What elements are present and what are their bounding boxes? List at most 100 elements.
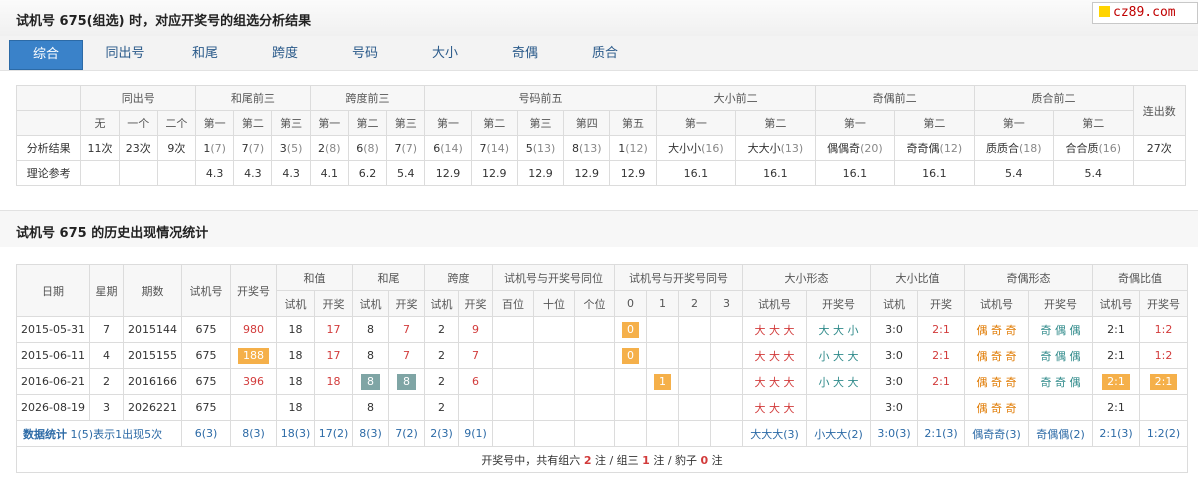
summary-row: 开奖号中，共有组六 2 注 / 组三 1 注 / 豹子 0 注 [15,446,1189,473]
sum-trial-cell: 18 [276,316,315,343]
result-cell: 1(7) [195,135,235,161]
sub-header: 开奖 [388,290,425,317]
tail-trial-cell: 8 [352,368,389,395]
result-value: 7 [241,141,249,155]
summary-text: 注 / 组三 [591,453,643,467]
row-label: 分析结果 [15,135,82,161]
header-same-num: 试机号与开奖号同号 [614,264,744,291]
group-header: 号码前五 [424,85,657,111]
header-trial: 试机号 [181,264,231,317]
theory-cell: 4.3 [271,160,311,186]
stats-cell [710,420,744,447]
parity-draw-cell: 奇 奇 偶 [1028,368,1094,395]
result-cell: 3(5) [271,135,311,161]
sub-header: 第五 [609,110,657,136]
tab-prime[interactable]: 质合 [569,40,641,68]
theory-cell: 4.3 [195,160,235,186]
stats-cell: 奇偶偶(2) [1028,420,1094,447]
same-pos-cell [492,394,534,421]
draw-cell [230,394,277,421]
sub-header: 第二 [233,110,273,136]
result-count: (20) [860,142,883,155]
sub-header: 第三 [386,110,426,136]
result-cell: 合合质(16) [1053,135,1134,161]
summary-text: 开奖号中，共有组六 [481,453,584,467]
stats-cell: 2:1(3) [1092,420,1141,447]
date-cell: 2016-06-21 [16,368,90,395]
table-row: 2015-06-11 4 2015155 675 188 18 17 8 7 2 7 0 大 大 大小 … [16,342,1189,369]
sub-header: 个位 [573,290,616,317]
result-value: 偶偶奇 [827,142,861,155]
span-trial-cell: 2 [424,316,459,343]
sub-header: 第二 [735,110,816,136]
tab-span[interactable]: 跨度 [249,40,321,68]
tab-parity[interactable]: 奇偶 [489,40,561,68]
group-header: 大小前二 [655,85,816,111]
tail-draw-cell-value: 8 [397,373,416,390]
same-num-value: 0 [622,347,640,364]
parity-ratio-trial-cell: 2:1 [1092,394,1141,421]
tab-number[interactable]: 号码 [329,40,401,68]
size-draw-cell: 小 大 大 [806,368,872,395]
result-cell: 奇奇偶(12) [894,135,975,161]
span-draw-cell: 6 [458,368,493,395]
header-issue: 期数 [123,264,182,317]
draw-cell: 980 [230,316,277,343]
stats-cell: 大大大(3) [742,420,808,447]
header-size-form: 大小形态 [742,264,872,291]
sub-header: 第一 [309,110,349,136]
tab-sum-tail[interactable]: 和尾 [169,40,241,68]
theory-cell [80,160,120,186]
parity-ratio-trial-cell: 2:1 [1092,342,1141,369]
result-cell: 2(8) [309,135,349,161]
sub-header: 开奖 [458,290,493,317]
theory-cell: 12.9 [470,160,518,186]
result-count: (7) [210,141,226,155]
tab-size[interactable]: 大小 [409,40,481,68]
result-value: 27次 [1146,142,1172,155]
stats-cell: 8(3) [352,420,389,447]
theory-cell [118,160,158,186]
parity-ratio-draw-cell: 1:2 [1139,316,1189,343]
group-header: 和尾前三 [195,85,311,111]
result-value: 合合质 [1065,142,1099,155]
header-date: 日期 [16,264,90,317]
group-header: 连出数 [1132,85,1186,136]
weekday-cell: 3 [89,394,124,421]
group-header: 奇偶前二 [814,85,975,111]
size-ratio-trial-cell: 3:0 [870,368,919,395]
same-num-cell [710,394,744,421]
sub-header: 第一 [973,110,1055,136]
sub-header: 第一 [655,110,737,136]
stats-cell: 6(3) [181,420,231,447]
result-value: 3 [279,141,287,155]
result-value: 质质合 [986,142,1019,155]
same-num-cell [646,342,680,369]
date-cell: 2026-08-19 [16,394,90,421]
logo-text: cz89.com [1113,5,1176,20]
result-count: (13) [578,141,602,155]
result-cell: 大小小(16) [655,135,737,161]
sub-header: 第三 [271,110,311,136]
size-ratio-trial-cell: 3:0 [870,394,919,421]
sub-header: 开奖 [917,290,966,317]
theory-cell [156,160,197,186]
stats-cell: 18(3) [276,420,315,447]
tab-overview[interactable]: 综合 [9,40,83,70]
tail-draw-cell [388,394,425,421]
tab-same-out[interactable]: 同出号 [89,40,161,68]
parity-draw-cell: 奇 偶 偶 [1028,316,1094,343]
result-cell: 6(14) [424,135,472,161]
same-num-value: 0 [622,321,640,338]
theory-cell: 4.3 [233,160,273,186]
group-header: 跨度前三 [309,85,426,111]
same-num-cell: 1 [646,368,680,395]
sub-header: 第三 [516,110,565,136]
sub-header: 第二 [894,110,975,136]
parity-ratio-draw-cell-value: 2:1 [1149,373,1178,390]
site-logo[interactable]: cz89.com [1092,2,1198,24]
sum-draw-cell: 18 [314,368,353,395]
theory-cell: 12.9 [563,160,611,186]
size-ratio-draw-cell: 2:1 [917,342,966,369]
sub-header: 十位 [533,290,575,317]
